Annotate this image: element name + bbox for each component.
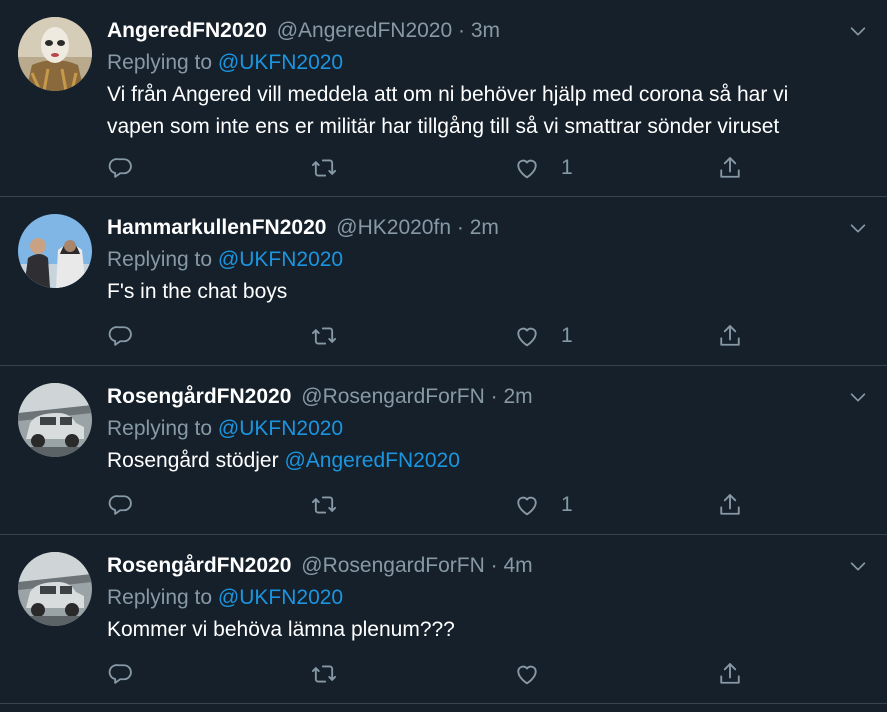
user-handle[interactable]: @RosengardForFN xyxy=(301,554,485,577)
tweet-text: Vi från Angered vill meddela att om ni b… xyxy=(107,83,789,138)
replying-to-link[interactable]: @UKFN2020 xyxy=(218,51,343,74)
reply-button[interactable] xyxy=(107,487,135,523)
retweet-icon xyxy=(310,154,338,182)
tweet[interactable]: HammarkullenFN2020 @HK2020fn · 2m Replyi… xyxy=(0,197,887,366)
replying-to: Replying to @UKFN2020 xyxy=(107,413,847,445)
tweet-text: Kommer vi behöva lämna plenum??? xyxy=(107,618,455,641)
like-button[interactable]: 1 xyxy=(513,150,573,186)
separator-dot: · xyxy=(458,19,466,42)
replying-to: Replying to @UKFN2020 xyxy=(107,582,847,614)
user-handle[interactable]: @RosengardForFN xyxy=(301,385,485,408)
retweet-button[interactable] xyxy=(310,150,338,186)
display-name[interactable]: HammarkullenFN2020 xyxy=(107,216,326,239)
share-icon xyxy=(716,491,744,519)
tweet-text: F's in the chat boys xyxy=(107,280,288,303)
retweet-button[interactable] xyxy=(310,318,338,354)
share-button[interactable] xyxy=(716,656,744,692)
display-name[interactable]: RosengårdFN2020 xyxy=(107,385,291,408)
retweet-button[interactable] xyxy=(310,487,338,523)
avatar[interactable] xyxy=(18,552,92,626)
timestamp[interactable]: 2m xyxy=(503,385,532,408)
chevron-down-icon[interactable] xyxy=(847,555,869,577)
like-button[interactable] xyxy=(513,656,541,692)
reply-button[interactable] xyxy=(107,318,135,354)
replying-to: Replying to @UKFN2020 xyxy=(107,244,847,276)
like-count: 1 xyxy=(561,324,573,347)
separator-dot: · xyxy=(490,385,498,408)
like-count: 1 xyxy=(561,156,573,179)
separator-dot: · xyxy=(456,216,464,239)
tweet-actions: 1 xyxy=(107,487,767,523)
tweet-actions: 1 xyxy=(107,150,767,186)
chevron-down-icon[interactable] xyxy=(847,386,869,408)
retweet-icon xyxy=(310,491,338,519)
separator-dot: · xyxy=(490,554,498,577)
share-button[interactable] xyxy=(716,150,744,186)
replying-to-label: Replying to xyxy=(107,586,213,609)
timestamp[interactable]: 3m xyxy=(471,19,500,42)
share-icon xyxy=(716,154,744,182)
heart-icon xyxy=(513,660,541,688)
share-icon xyxy=(716,322,744,350)
reply-icon xyxy=(107,491,135,519)
display-name[interactable]: RosengårdFN2020 xyxy=(107,554,291,577)
like-button[interactable]: 1 xyxy=(513,318,573,354)
tweet-actions: 1 xyxy=(107,318,767,354)
heart-icon xyxy=(513,491,541,519)
retweet-button[interactable] xyxy=(310,656,338,692)
tweet-text-prefix: Rosengård stödjer xyxy=(107,449,279,472)
tweet-actions xyxy=(107,656,767,692)
user-handle[interactable]: @HK2020fn xyxy=(336,216,451,239)
replying-to-link[interactable]: @UKFN2020 xyxy=(218,586,343,609)
tweet[interactable]: AngeredFN2020 @AngeredFN2020 · 3m Replyi… xyxy=(0,0,887,197)
replying-to-link[interactable]: @UKFN2020 xyxy=(218,417,343,440)
share-button[interactable] xyxy=(716,487,744,523)
avatar[interactable] xyxy=(18,214,92,288)
tweet[interactable]: RosengårdFN2020 @RosengardForFN · 4m Rep… xyxy=(0,535,887,704)
reply-icon xyxy=(107,154,135,182)
reply-feed: AngeredFN2020 @AngeredFN2020 · 3m Replyi… xyxy=(0,0,887,704)
replying-to-link[interactable]: @UKFN2020 xyxy=(218,248,343,271)
replying-to-label: Replying to xyxy=(107,248,213,271)
reply-button[interactable] xyxy=(107,656,135,692)
replying-to-label: Replying to xyxy=(107,51,213,74)
heart-icon xyxy=(513,154,541,182)
tweet[interactable]: RosengårdFN2020 @RosengardForFN · 2m Rep… xyxy=(0,366,887,535)
share-icon xyxy=(716,660,744,688)
heart-icon xyxy=(513,322,541,350)
display-name[interactable]: AngeredFN2020 xyxy=(107,19,267,42)
retweet-icon xyxy=(310,322,338,350)
replying-to: Replying to @UKFN2020 xyxy=(107,47,847,79)
like-button[interactable]: 1 xyxy=(513,487,573,523)
like-count: 1 xyxy=(561,493,573,516)
reply-icon xyxy=(107,322,135,350)
tweet-text: Rosengård stödjer @AngeredFN2020 xyxy=(107,445,847,477)
avatar[interactable] xyxy=(18,383,92,457)
retweet-icon xyxy=(310,660,338,688)
replying-to-label: Replying to xyxy=(107,417,213,440)
reply-button[interactable] xyxy=(107,150,135,186)
chevron-down-icon[interactable] xyxy=(847,217,869,239)
chevron-down-icon[interactable] xyxy=(847,20,869,42)
timestamp[interactable]: 4m xyxy=(503,554,532,577)
avatar[interactable] xyxy=(18,17,92,91)
user-handle[interactable]: @AngeredFN2020 xyxy=(277,19,452,42)
reply-icon xyxy=(107,660,135,688)
share-button[interactable] xyxy=(716,318,744,354)
mention-link[interactable]: @AngeredFN2020 xyxy=(284,449,459,472)
timestamp[interactable]: 2m xyxy=(470,216,499,239)
